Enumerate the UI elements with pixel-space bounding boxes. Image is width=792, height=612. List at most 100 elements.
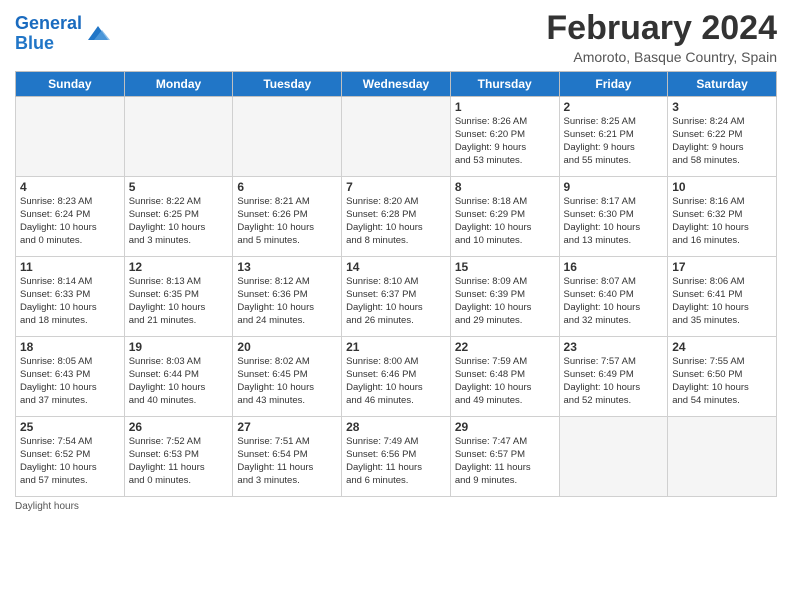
day-number: 23 bbox=[564, 340, 664, 354]
calendar-cell: 19 Sunrise: 8:03 AM Sunset: 6:44 PM Dayli… bbox=[124, 337, 233, 417]
logo: General Blue bbox=[15, 14, 112, 54]
day-info: Sunrise: 8:20 AM Sunset: 6:28 PM Dayligh… bbox=[346, 196, 446, 247]
calendar-cell: 23 Sunrise: 7:57 AM Sunset: 6:49 PM Dayli… bbox=[559, 337, 668, 417]
calendar-cell: 25 Sunrise: 7:54 AM Sunset: 6:52 PM Dayli… bbox=[16, 417, 125, 497]
logo-general: General bbox=[15, 13, 82, 33]
day-number: 18 bbox=[20, 340, 120, 354]
col-header-monday: Monday bbox=[124, 72, 233, 97]
day-info: Sunrise: 7:47 AM Sunset: 6:57 PM Dayligh… bbox=[455, 436, 555, 487]
day-info: Sunrise: 8:03 AM Sunset: 6:44 PM Dayligh… bbox=[129, 356, 229, 407]
day-info: Sunrise: 8:26 AM Sunset: 6:20 PM Dayligh… bbox=[455, 116, 555, 167]
subtitle: Amoroto, Basque Country, Spain bbox=[546, 49, 777, 65]
day-info: Sunrise: 7:51 AM Sunset: 6:54 PM Dayligh… bbox=[237, 436, 337, 487]
day-info: Sunrise: 7:59 AM Sunset: 6:48 PM Dayligh… bbox=[455, 356, 555, 407]
day-number: 20 bbox=[237, 340, 337, 354]
calendar-table: SundayMondayTuesdayWednesdayThursdayFrid… bbox=[15, 71, 777, 497]
day-number: 10 bbox=[672, 180, 772, 194]
day-number: 15 bbox=[455, 260, 555, 274]
day-info: Sunrise: 8:06 AM Sunset: 6:41 PM Dayligh… bbox=[672, 276, 772, 327]
day-number: 21 bbox=[346, 340, 446, 354]
day-info: Sunrise: 8:09 AM Sunset: 6:39 PM Dayligh… bbox=[455, 276, 555, 327]
calendar-cell: 21 Sunrise: 8:00 AM Sunset: 6:46 PM Dayli… bbox=[342, 337, 451, 417]
day-info: Sunrise: 8:07 AM Sunset: 6:40 PM Dayligh… bbox=[564, 276, 664, 327]
calendar-cell: 18 Sunrise: 8:05 AM Sunset: 6:43 PM Dayli… bbox=[16, 337, 125, 417]
day-number: 25 bbox=[20, 420, 120, 434]
calendar-cell: 28Sunrise: 7:49 AM Sunset: 6:56 PM Dayli… bbox=[342, 417, 451, 497]
day-info: Sunrise: 8:10 AM Sunset: 6:37 PM Dayligh… bbox=[346, 276, 446, 327]
calendar-week-3: 11 Sunrise: 8:14 AM Sunset: 6:33 PM Dayli… bbox=[16, 257, 777, 337]
calendar-cell: 15 Sunrise: 8:09 AM Sunset: 6:39 PM Dayli… bbox=[450, 257, 559, 337]
day-number: 22 bbox=[455, 340, 555, 354]
col-header-friday: Friday bbox=[559, 72, 668, 97]
calendar-cell: 17 Sunrise: 8:06 AM Sunset: 6:41 PM Dayli… bbox=[668, 257, 777, 337]
day-number: 6 bbox=[237, 180, 337, 194]
day-number: 19 bbox=[129, 340, 229, 354]
col-header-wednesday: Wednesday bbox=[342, 72, 451, 97]
calendar-week-1: 1 Sunrise: 8:26 AM Sunset: 6:20 PM Daylig… bbox=[16, 97, 777, 177]
day-info: Sunrise: 8:21 AM Sunset: 6:26 PM Dayligh… bbox=[237, 196, 337, 247]
day-number: 1 bbox=[455, 100, 555, 114]
day-info: Sunrise: 8:24 AM Sunset: 6:22 PM Dayligh… bbox=[672, 116, 772, 167]
day-number: 7 bbox=[346, 180, 446, 194]
calendar-week-4: 18 Sunrise: 8:05 AM Sunset: 6:43 PM Dayli… bbox=[16, 337, 777, 417]
logo-blue: Blue bbox=[15, 33, 54, 53]
calendar-cell: 16 Sunrise: 8:07 AM Sunset: 6:40 PM Dayli… bbox=[559, 257, 668, 337]
calendar-cell: 24 Sunrise: 7:55 AM Sunset: 6:50 PM Dayli… bbox=[668, 337, 777, 417]
header-row: General Blue February 2024 Amoroto, Basq… bbox=[15, 10, 777, 65]
main-title: February 2024 bbox=[546, 10, 777, 47]
day-number: 11 bbox=[20, 260, 120, 274]
calendar-cell: 7 Sunrise: 8:20 AM Sunset: 6:28 PM Daylig… bbox=[342, 177, 451, 257]
calendar-cell: 5Sunrise: 8:22 AM Sunset: 6:25 PM Daylig… bbox=[124, 177, 233, 257]
day-info: Sunrise: 8:17 AM Sunset: 6:30 PM Dayligh… bbox=[564, 196, 664, 247]
calendar-week-2: 4 Sunrise: 8:23 AM Sunset: 6:24 PM Daylig… bbox=[16, 177, 777, 257]
calendar-header-row: SundayMondayTuesdayWednesdayThursdayFrid… bbox=[16, 72, 777, 97]
day-info: Sunrise: 7:57 AM Sunset: 6:49 PM Dayligh… bbox=[564, 356, 664, 407]
calendar-body: 1 Sunrise: 8:26 AM Sunset: 6:20 PM Daylig… bbox=[16, 97, 777, 497]
day-info: Sunrise: 8:02 AM Sunset: 6:45 PM Dayligh… bbox=[237, 356, 337, 407]
day-number: 2 bbox=[564, 100, 664, 114]
day-number: 16 bbox=[564, 260, 664, 274]
calendar-cell: 20 Sunrise: 8:02 AM Sunset: 6:45 PM Dayli… bbox=[233, 337, 342, 417]
day-info: Sunrise: 8:13 AM Sunset: 6:35 PM Dayligh… bbox=[129, 276, 229, 327]
page: General Blue February 2024 Amoroto, Basq… bbox=[0, 0, 792, 522]
day-number: 9 bbox=[564, 180, 664, 194]
day-number: 4 bbox=[20, 180, 120, 194]
day-info: Sunrise: 8:23 AM Sunset: 6:24 PM Dayligh… bbox=[20, 196, 120, 247]
calendar-cell: 1 Sunrise: 8:26 AM Sunset: 6:20 PM Daylig… bbox=[450, 97, 559, 177]
calendar-cell: 22 Sunrise: 7:59 AM Sunset: 6:48 PM Dayli… bbox=[450, 337, 559, 417]
calendar-cell: 26 Sunrise: 7:52 AM Sunset: 6:53 PM Dayli… bbox=[124, 417, 233, 497]
calendar-cell bbox=[559, 417, 668, 497]
day-info: Sunrise: 7:52 AM Sunset: 6:53 PM Dayligh… bbox=[129, 436, 229, 487]
day-info: Sunrise: 8:14 AM Sunset: 6:33 PM Dayligh… bbox=[20, 276, 120, 327]
calendar-cell: 9 Sunrise: 8:17 AM Sunset: 6:30 PM Daylig… bbox=[559, 177, 668, 257]
day-info: Sunrise: 8:00 AM Sunset: 6:46 PM Dayligh… bbox=[346, 356, 446, 407]
day-number: 24 bbox=[672, 340, 772, 354]
day-info: Sunrise: 7:55 AM Sunset: 6:50 PM Dayligh… bbox=[672, 356, 772, 407]
calendar-cell bbox=[233, 97, 342, 177]
day-info: Sunrise: 7:54 AM Sunset: 6:52 PM Dayligh… bbox=[20, 436, 120, 487]
calendar-week-5: 25 Sunrise: 7:54 AM Sunset: 6:52 PM Dayli… bbox=[16, 417, 777, 497]
day-number: 26 bbox=[129, 420, 229, 434]
logo-text: General Blue bbox=[15, 14, 82, 54]
calendar-cell: 8 Sunrise: 8:18 AM Sunset: 6:29 PM Daylig… bbox=[450, 177, 559, 257]
day-info: Sunrise: 8:22 AM Sunset: 6:25 PM Dayligh… bbox=[129, 196, 229, 247]
day-info: Sunrise: 8:18 AM Sunset: 6:29 PM Dayligh… bbox=[455, 196, 555, 247]
day-number: 28 bbox=[346, 420, 446, 434]
calendar-cell: 11 Sunrise: 8:14 AM Sunset: 6:33 PM Dayli… bbox=[16, 257, 125, 337]
day-number: 13 bbox=[237, 260, 337, 274]
day-number: 3 bbox=[672, 100, 772, 114]
day-number: 29 bbox=[455, 420, 555, 434]
day-info: Sunrise: 8:16 AM Sunset: 6:32 PM Dayligh… bbox=[672, 196, 772, 247]
calendar-cell: 27Sunrise: 7:51 AM Sunset: 6:54 PM Dayli… bbox=[233, 417, 342, 497]
calendar-cell bbox=[668, 417, 777, 497]
calendar-cell: 4 Sunrise: 8:23 AM Sunset: 6:24 PM Daylig… bbox=[16, 177, 125, 257]
calendar-cell: 3 Sunrise: 8:24 AM Sunset: 6:22 PM Daylig… bbox=[668, 97, 777, 177]
day-number: 8 bbox=[455, 180, 555, 194]
day-number: 17 bbox=[672, 260, 772, 274]
day-info: Sunrise: 8:05 AM Sunset: 6:43 PM Dayligh… bbox=[20, 356, 120, 407]
calendar-cell: 13Sunrise: 8:12 AM Sunset: 6:36 PM Dayli… bbox=[233, 257, 342, 337]
calendar-cell: 6 Sunrise: 8:21 AM Sunset: 6:26 PM Daylig… bbox=[233, 177, 342, 257]
col-header-thursday: Thursday bbox=[450, 72, 559, 97]
calendar-cell: 2Sunrise: 8:25 AM Sunset: 6:21 PM Daylig… bbox=[559, 97, 668, 177]
calendar-cell: 29 Sunrise: 7:47 AM Sunset: 6:57 PM Dayli… bbox=[450, 417, 559, 497]
